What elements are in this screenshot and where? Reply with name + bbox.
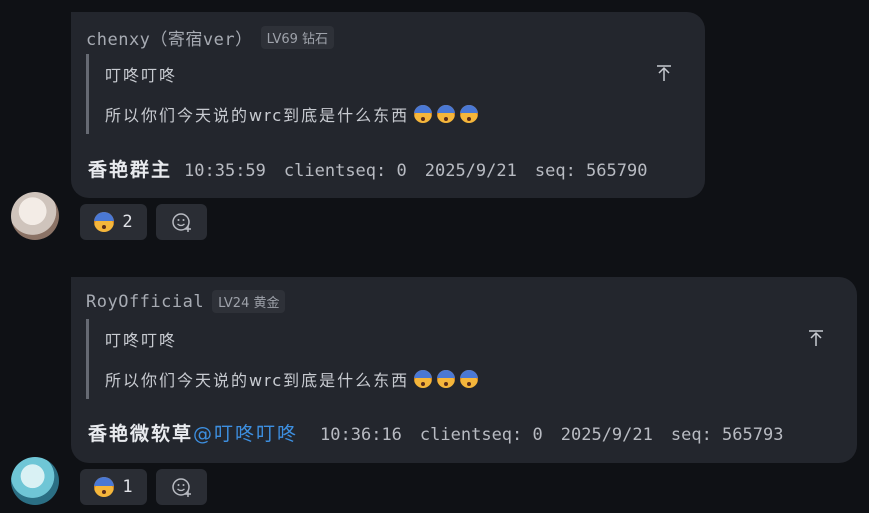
- quote-author: 叮咚叮咚: [105, 66, 178, 85]
- message-seq: seq: 565793: [670, 425, 784, 445]
- message-content: 香艳微软草: [88, 423, 194, 445]
- fearful-face-icon: [94, 477, 115, 497]
- reaction-button[interactable]: 1: [80, 469, 147, 505]
- message-time: 10:36:16: [320, 425, 402, 445]
- quote-text: 所以你们今天说的wrc到底是什么东西: [105, 102, 605, 126]
- message-header: RoyOfficial LV24 黄金: [86, 290, 286, 313]
- level-badge: LV24 黄金: [212, 290, 286, 313]
- reaction-count: 1: [122, 477, 133, 497]
- message-time: 10:35:59: [184, 161, 266, 181]
- sender-name[interactable]: chenxy（寄宿ver）: [86, 25, 253, 50]
- quote-author: 叮咚叮咚: [105, 331, 178, 350]
- fearful-face-icon: [414, 370, 433, 388]
- avatar[interactable]: [11, 192, 59, 240]
- message-header: chenxy（寄宿ver） LV69 钻石: [86, 25, 335, 50]
- message-seq: seq: 565790: [534, 161, 648, 181]
- quote-text: 所以你们今天说的wrc到底是什么东西: [105, 367, 605, 391]
- reply-quote[interactable]: 叮咚叮咚 所以你们今天说的wrc到底是什么东西: [86, 319, 605, 399]
- fearful-face-icon: [437, 370, 456, 388]
- avatar[interactable]: [11, 457, 59, 505]
- reaction-button[interactable]: 2: [80, 204, 147, 240]
- fearful-face-icon: [94, 212, 115, 232]
- sender-name[interactable]: RoyOfficial: [86, 292, 204, 312]
- add-emoji-icon: [171, 213, 191, 232]
- jump-to-top-icon[interactable]: [807, 329, 825, 347]
- jump-to-top-icon[interactable]: [655, 64, 673, 82]
- add-reaction-button[interactable]: [156, 469, 207, 505]
- message-footer: 香艳群主 10:35:59 clientseq: 0 2025/9/21 seq…: [88, 155, 647, 182]
- mention-link[interactable]: @叮咚叮咚: [193, 419, 298, 446]
- fearful-face-icon: [414, 105, 433, 123]
- level-badge: LV69 钻石: [260, 26, 335, 49]
- client-seq: clientseq: 0: [419, 425, 543, 445]
- client-seq: clientseq: 0: [283, 161, 407, 181]
- message-date: 2025/9/21: [560, 425, 653, 445]
- add-reaction-button[interactable]: [156, 204, 207, 240]
- message-content: 香艳群主: [88, 159, 173, 181]
- fearful-face-icon: [437, 105, 456, 123]
- quote-text-content: 所以你们今天说的wrc到底是什么东西: [105, 371, 410, 390]
- message-footer: 香艳微软草 @叮咚叮咚 10:36:16 clientseq: 0 2025/9…: [88, 419, 783, 446]
- add-emoji-icon: [171, 478, 191, 497]
- message-date: 2025/9/21: [424, 161, 517, 181]
- quote-text-content: 所以你们今天说的wrc到底是什么东西: [105, 106, 410, 125]
- fearful-face-icon: [460, 105, 479, 123]
- reaction-count: 2: [122, 212, 133, 232]
- reply-quote[interactable]: 叮咚叮咚 所以你们今天说的wrc到底是什么东西: [86, 54, 605, 134]
- fearful-face-icon: [460, 370, 479, 388]
